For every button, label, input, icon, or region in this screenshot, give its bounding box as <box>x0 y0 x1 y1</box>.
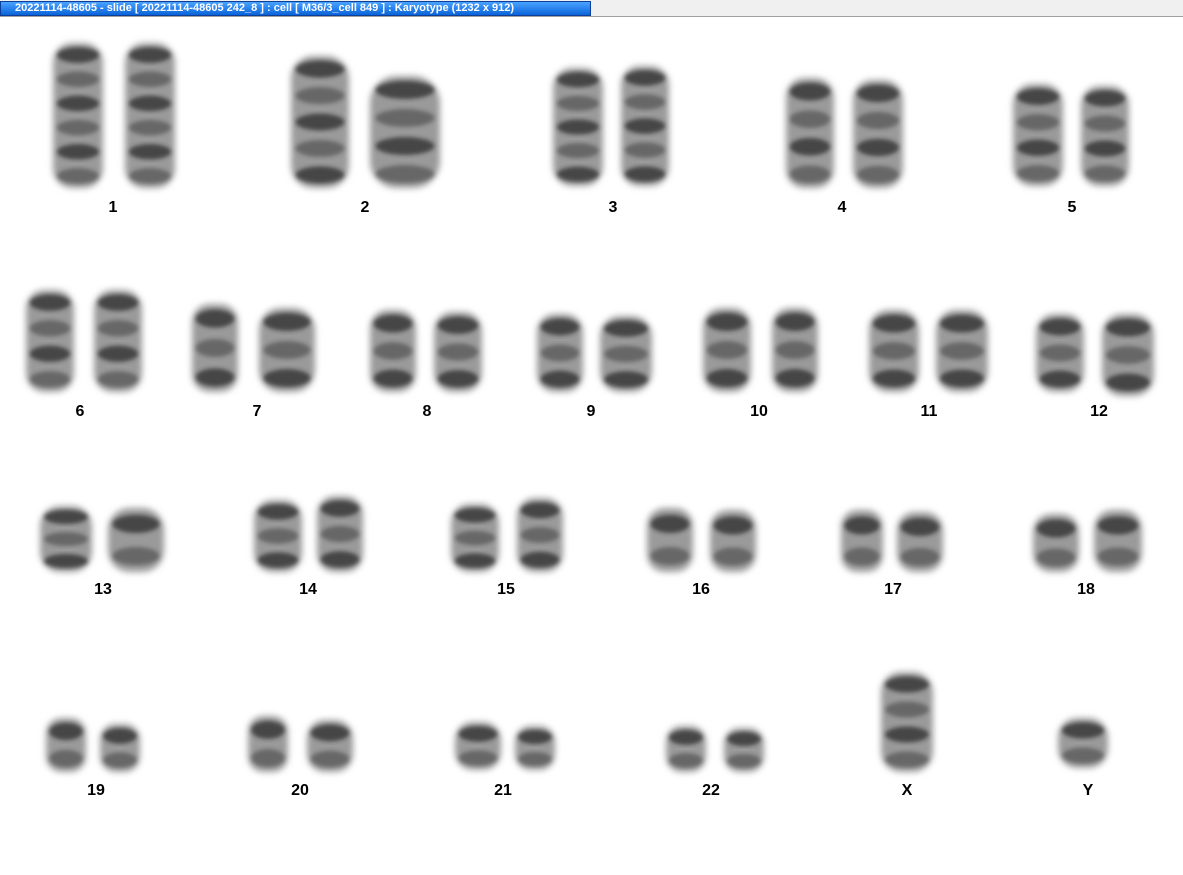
chromosome-17b <box>897 512 943 572</box>
chromosome-21b <box>515 726 555 770</box>
chromosome-15a <box>451 504 499 572</box>
chromosome-18b <box>1094 510 1142 572</box>
chromosome-17a <box>841 510 883 572</box>
chromosome-14b <box>317 496 363 572</box>
chromosome-label-2: 2 <box>360 199 370 216</box>
chromosome-5a <box>1013 84 1063 186</box>
chromosome-14a <box>254 500 302 572</box>
chromosome-label-14: 14 <box>299 581 317 598</box>
chromosome-label-1: 1 <box>108 199 118 216</box>
chromosome-4a <box>786 78 834 188</box>
chromosome-label-20: 20 <box>291 782 309 799</box>
chromosome-22a <box>666 726 706 772</box>
chromosome-label-11: 11 <box>920 403 938 420</box>
chromosome-label-7: 7 <box>252 403 262 420</box>
chromosome-3b <box>621 66 669 186</box>
chromosome-10b <box>772 308 818 392</box>
chromosome-11b <box>936 310 988 392</box>
chromosome-19b <box>100 724 140 772</box>
chromosome-12a <box>1036 314 1084 392</box>
chromosome-label-5: 5 <box>1067 199 1077 216</box>
chromosome-label-13: 13 <box>94 581 112 598</box>
karyotype-canvas: 1 2 3 4 5 6 7 8 9 10 11 12 13 14 15 16 1… <box>0 18 1183 875</box>
chromosome-label-8: 8 <box>422 403 432 420</box>
chromosome-1a <box>53 43 103 188</box>
window-titlebar: 20221114-48605 - slide [ 20221114-48605 … <box>0 0 1183 17</box>
chromosome-20a <box>248 716 288 772</box>
chromosome-label-y: Y <box>1082 782 1094 799</box>
chromosome-2b <box>370 76 440 188</box>
chromosome-8a <box>370 310 416 392</box>
chromosome-label-x: X <box>901 782 913 799</box>
chromosome-1b <box>125 43 175 188</box>
chromosome-20b <box>307 720 353 772</box>
chromosome-label-19: 19 <box>87 782 105 799</box>
chromosome-label-6: 6 <box>75 403 85 420</box>
chromosome-label-22: 22 <box>702 782 720 799</box>
chromosome-6a <box>26 290 74 392</box>
chromosome-6b <box>94 290 142 392</box>
chromosome-label-9: 9 <box>586 403 596 420</box>
chromosome-4b <box>853 80 903 188</box>
chromosome-2a <box>291 56 349 188</box>
chromosome-7b <box>259 308 315 392</box>
chromosome-label-16: 16 <box>692 581 710 598</box>
chromosome-5b <box>1081 86 1129 186</box>
chromosome-22b <box>724 728 764 772</box>
chromosome-11a <box>869 310 919 392</box>
chromosome-18a <box>1033 514 1079 572</box>
chromosome-label-12: 12 <box>1090 403 1108 420</box>
chromosome-13a <box>40 506 92 572</box>
chromosome-label-3: 3 <box>608 199 618 216</box>
chromosome-7a <box>192 304 238 392</box>
chromosome-16a <box>647 508 693 572</box>
chromosome-19a <box>46 718 86 772</box>
chromosome-10a <box>703 308 751 392</box>
chromosome-16b <box>710 510 756 572</box>
chromosome-label-15: 15 <box>497 581 515 598</box>
chromosome-3a <box>553 68 603 186</box>
window-title[interactable]: 20221114-48605 - slide [ 20221114-48605 … <box>0 1 591 16</box>
chromosome-12b <box>1102 314 1154 396</box>
chromosome-label-21: 21 <box>494 782 512 799</box>
chromosome-13b <box>108 508 164 572</box>
chromosome-9b <box>600 316 652 392</box>
chromosome-label-18: 18 <box>1077 581 1095 598</box>
chromosome-label-10: 10 <box>750 403 768 420</box>
chromosome-21a <box>455 722 501 770</box>
chromosome-x <box>881 672 933 772</box>
chromosome-y <box>1058 718 1108 768</box>
chromosome-label-17: 17 <box>884 581 902 598</box>
chromosome-9a <box>537 314 583 392</box>
chromosome-15b <box>517 498 563 572</box>
chromosome-label-4: 4 <box>837 199 847 216</box>
chromosome-8b <box>434 312 482 392</box>
karyotype-image <box>26 43 1154 772</box>
